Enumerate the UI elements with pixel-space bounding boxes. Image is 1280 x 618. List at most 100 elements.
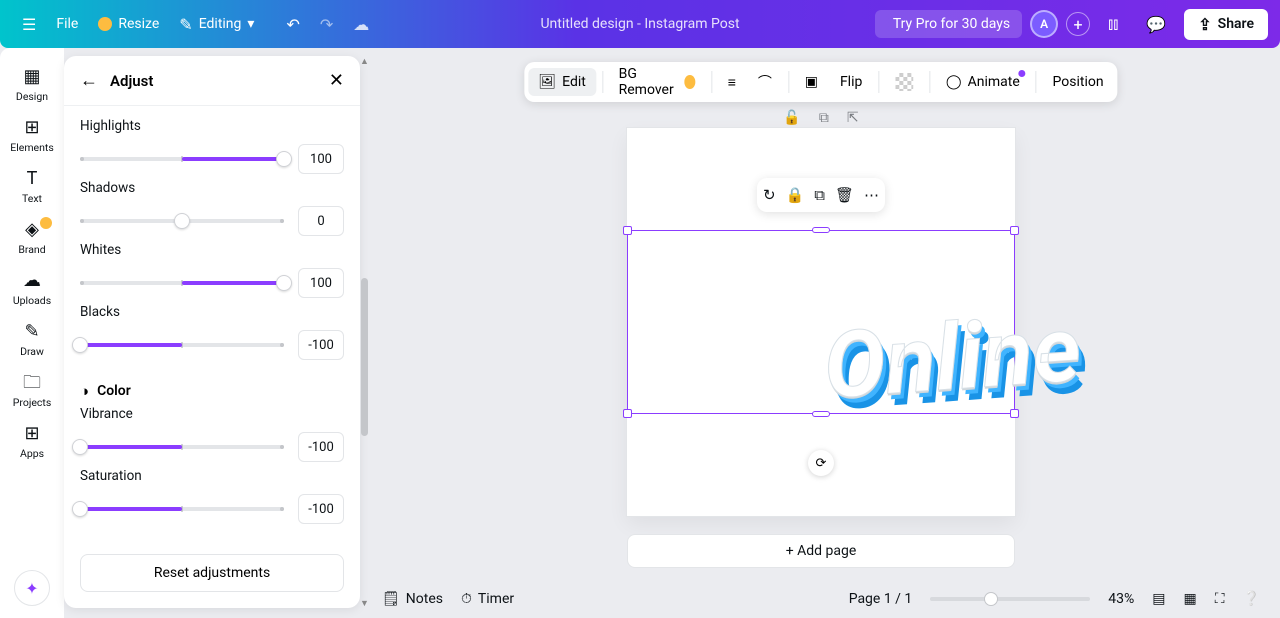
- rail-item-brand[interactable]: ◈Brand: [4, 213, 60, 264]
- timer-button[interactable]: ⏱Timer: [461, 591, 514, 607]
- scroll-thumb[interactable]: [361, 278, 368, 436]
- corner-radius-button[interactable]: ⌒: [748, 66, 782, 98]
- cloud-icon: ☁: [353, 15, 369, 34]
- saturation-value-input[interactable]: -100: [298, 494, 344, 524]
- duplicate-element-button[interactable]: ⧉: [814, 186, 825, 204]
- sync-button[interactable]: ↻: [763, 186, 776, 204]
- more-element-button[interactable]: ⋯: [864, 186, 879, 204]
- grid-view-button[interactable]: ▦: [1184, 591, 1197, 607]
- blacks-slider[interactable]: [80, 343, 284, 347]
- whites-value-input[interactable]: 100: [298, 268, 344, 298]
- insights-button[interactable]: ⫾⫾: [1098, 8, 1128, 40]
- lock-element-button[interactable]: 🔒: [786, 186, 805, 204]
- page-view-button[interactable]: ▤: [1152, 591, 1165, 607]
- blacks-value-input[interactable]: -100: [298, 330, 344, 360]
- rail-item-text[interactable]: TText: [4, 162, 60, 213]
- saturation-slider[interactable]: [80, 507, 284, 511]
- resize-button[interactable]: Resize: [88, 10, 169, 38]
- rail-item-design[interactable]: ▦Design: [4, 60, 60, 111]
- control-label: Saturation: [80, 468, 344, 484]
- animate-label: Animate: [968, 74, 1020, 90]
- reset-adjustments-button[interactable]: Reset adjustments: [80, 554, 344, 592]
- rail-item-draw[interactable]: ✎Draw: [4, 315, 60, 366]
- slider-fill: [182, 157, 284, 161]
- cloud-sync-button[interactable]: ☁: [343, 9, 379, 40]
- resize-handle-ne[interactable]: [1010, 226, 1019, 235]
- control-vibrance: Vibrance -100: [80, 406, 344, 462]
- help-button[interactable]: ❔: [1243, 591, 1260, 607]
- rail-item-elements[interactable]: ⊞Elements: [4, 111, 60, 162]
- design-icon: ▦: [23, 68, 40, 86]
- scroll-up-arrow[interactable]: ▲: [360, 56, 369, 66]
- align-menu-button[interactable]: ≡: [718, 68, 746, 97]
- plus-icon: +: [1074, 15, 1083, 34]
- resize-handle-n[interactable]: [812, 227, 830, 233]
- add-member-button[interactable]: +: [1066, 12, 1090, 36]
- document-title[interactable]: Untitled design - Instagram Post: [540, 16, 739, 32]
- rail-item-uploads[interactable]: ☁Uploads: [4, 264, 60, 315]
- vibrance-value-input[interactable]: -100: [298, 432, 344, 462]
- rail-item-apps[interactable]: ⊞Apps: [4, 417, 60, 468]
- magic-button[interactable]: ✦: [14, 570, 50, 606]
- slider-fill: [80, 343, 182, 347]
- design-canvas[interactable]: ↻ 🔒 ⧉ 🗑 ⋯ Online Online Online ⟳: [627, 128, 1015, 516]
- whites-slider[interactable]: [80, 281, 284, 285]
- redo-button[interactable]: ↷: [310, 9, 343, 40]
- file-menu[interactable]: File: [46, 10, 88, 38]
- slider-thumb[interactable]: [72, 501, 88, 517]
- comment-button[interactable]: 💬: [1136, 9, 1176, 40]
- vibrance-slider[interactable]: [80, 445, 284, 449]
- shadows-value-input[interactable]: 0: [298, 206, 344, 236]
- highlights-value-input[interactable]: 100: [298, 144, 344, 174]
- page-indicator[interactable]: Page 1 / 1: [849, 591, 913, 607]
- edit-image-button[interactable]: 🖼Edit: [528, 68, 596, 96]
- back-button[interactable]: ←: [80, 70, 98, 91]
- highlights-slider[interactable]: [80, 157, 284, 161]
- close-panel-button[interactable]: ✕: [329, 70, 344, 91]
- track-min-icon: [80, 219, 84, 223]
- slider-thumb[interactable]: [276, 275, 292, 291]
- animate-button[interactable]: ◯Animate: [936, 68, 1030, 96]
- main-menu-button[interactable]: ☰: [12, 9, 46, 40]
- slider-thumb[interactable]: [72, 439, 88, 455]
- slider-thumb[interactable]: [276, 151, 292, 167]
- resize-handle-sw[interactable]: [623, 409, 632, 418]
- try-pro-button[interactable]: Try Pro for 30 days: [875, 10, 1022, 38]
- scroll-down-arrow[interactable]: ▼: [360, 598, 369, 608]
- avatar-initial: A: [1040, 17, 1048, 31]
- slider-thumb[interactable]: [72, 337, 88, 353]
- rotate-handle[interactable]: ⟳: [808, 450, 834, 476]
- delete-element-button[interactable]: 🗑: [835, 186, 854, 204]
- zoom-slider-thumb[interactable]: [984, 592, 998, 606]
- user-avatar[interactable]: A: [1030, 10, 1058, 38]
- brand-icon: ◈: [25, 221, 39, 239]
- export-page-button[interactable]: ⇱: [847, 110, 859, 126]
- redo-icon: ↷: [320, 15, 333, 34]
- position-button[interactable]: Position: [1043, 68, 1114, 96]
- panel-scrollbar[interactable]: ▲ ▼: [360, 56, 369, 608]
- fullscreen-button[interactable]: ⛶: [1215, 591, 1225, 607]
- track-min-icon: [80, 281, 84, 285]
- flip-button[interactable]: Flip: [830, 68, 872, 96]
- transparency-button[interactable]: [885, 67, 923, 97]
- rail-item-projects[interactable]: 🗀Projects: [4, 366, 60, 417]
- undo-button[interactable]: ↶: [276, 9, 309, 40]
- add-page-button[interactable]: + Add page: [627, 534, 1015, 568]
- rail-item-label: Text: [22, 192, 42, 205]
- resize-handle-nw[interactable]: [623, 226, 632, 235]
- zoom-percent[interactable]: 43%: [1108, 591, 1134, 607]
- bg-remover-button[interactable]: BG Remover: [609, 60, 705, 104]
- zoom-slider[interactable]: [930, 597, 1090, 601]
- slider-thumb[interactable]: [174, 213, 190, 229]
- editing-mode-menu[interactable]: ✎Editing▾: [169, 9, 264, 40]
- lock-page-button[interactable]: 🔓: [783, 110, 800, 126]
- trash-icon: 🗑: [835, 186, 854, 204]
- notes-button[interactable]: 🗒Notes: [382, 591, 443, 607]
- crop-button[interactable]: ▣: [795, 68, 828, 96]
- duplicate-page-button[interactable]: ⧉: [819, 110, 829, 126]
- notes-icon: 🗒: [382, 591, 400, 607]
- control-highlights: Highlights 100: [80, 118, 344, 174]
- selection-box[interactable]: Online Online Online: [627, 230, 1015, 414]
- share-button[interactable]: ⇪Share: [1184, 9, 1268, 40]
- shadows-slider[interactable]: [80, 219, 284, 223]
